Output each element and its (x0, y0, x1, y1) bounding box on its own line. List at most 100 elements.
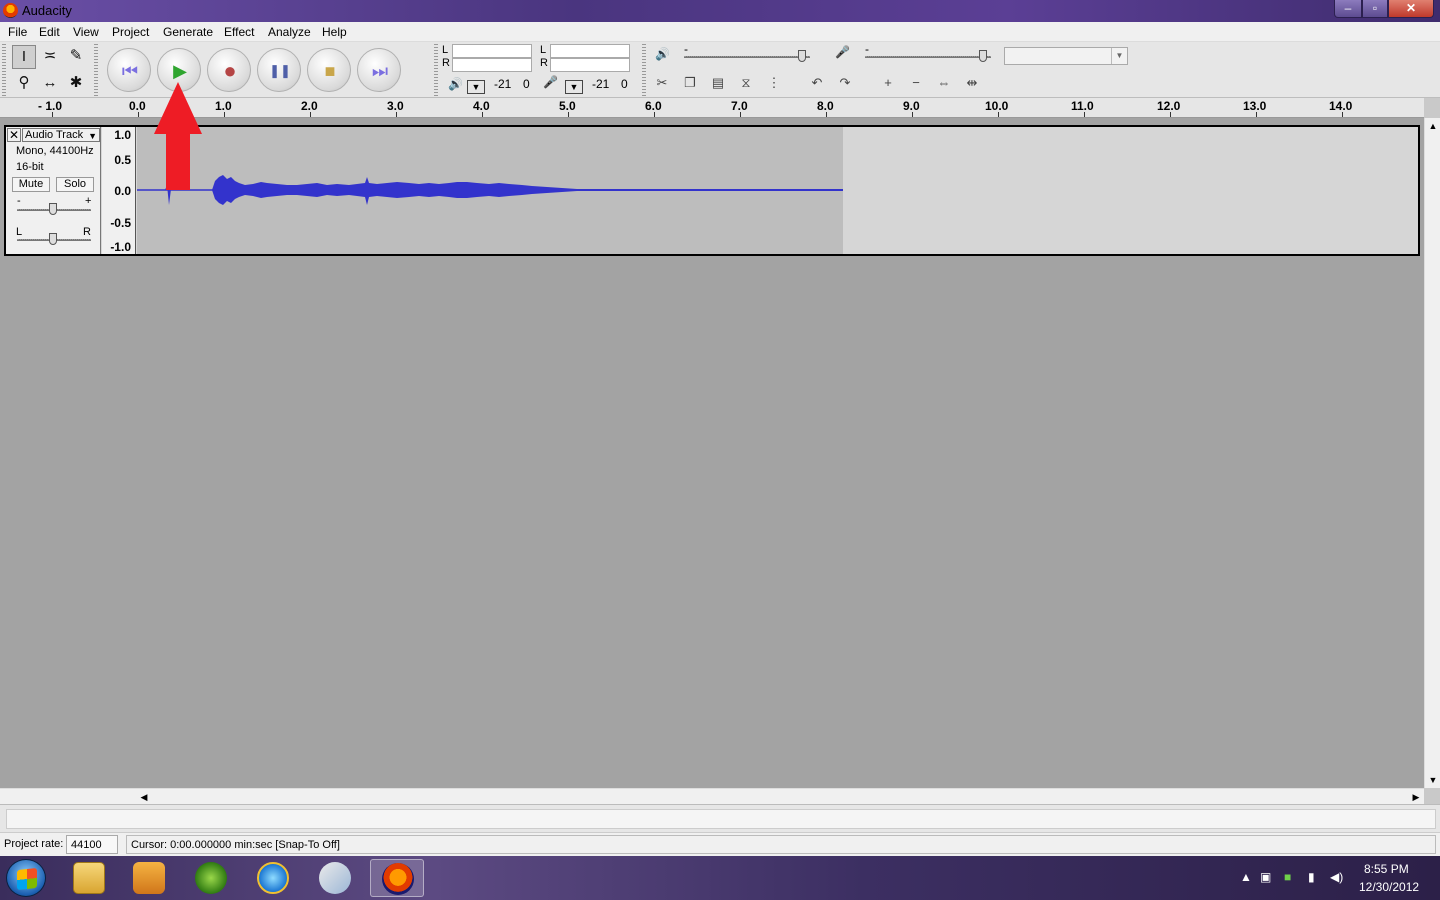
play-meter-right-label: R (442, 57, 450, 69)
taskbar-audacity[interactable] (370, 859, 424, 897)
taskbar-internet-explorer[interactable] (246, 859, 300, 897)
cut-icon[interactable]: ✂ (650, 72, 674, 94)
stop-icon: ■ (324, 61, 336, 81)
power-icon[interactable]: ■ (1284, 870, 1291, 884)
clock-date[interactable]: 12/30/2012 (1359, 880, 1419, 894)
minimize-button[interactable]: – (1334, 0, 1362, 18)
maximize-button[interactable]: ▫ (1362, 0, 1388, 18)
action-center-icon[interactable]: ▣ (1260, 870, 1271, 884)
window-title: Audacity (22, 3, 72, 18)
menu-file[interactable]: File (8, 25, 27, 39)
taskbar-media-player[interactable] (122, 859, 176, 897)
output-volume-slider[interactable] (684, 56, 810, 58)
menu-help[interactable]: Help (322, 25, 347, 39)
selection-field[interactable] (6, 809, 1436, 829)
rec-meter-dropdown[interactable]: ▼ (565, 80, 583, 94)
input-source-select[interactable]: ▼ (1004, 47, 1128, 65)
close-button[interactable]: ✕ (1388, 0, 1434, 18)
zoom-in-icon[interactable]: + (876, 72, 900, 94)
timeline-ruler[interactable]: - 1.0 0.0 1.0 2.0 3.0 4.0 5.0 6.0 7.0 8.… (0, 98, 1424, 118)
windows-media-center-icon (195, 862, 227, 894)
track-close-button[interactable]: ✕ (7, 128, 21, 142)
scroll-up-icon[interactable]: ▲ (1425, 118, 1440, 134)
network-signal-icon[interactable]: ▮ (1308, 870, 1315, 884)
solo-button[interactable]: Solo (56, 177, 94, 192)
fit-project-icon[interactable]: ⇹ (960, 72, 984, 94)
selection-tool-icon[interactable]: I (12, 45, 36, 69)
scroll-right-icon[interactable]: ▶ (1408, 789, 1424, 805)
timeshift-tool-icon[interactable]: ↔ (38, 72, 62, 96)
paste-icon[interactable]: ▤ (706, 72, 730, 94)
toolbar-area: I ≍ ✎ ⚲ ↔ ✱ ⏮ ▶ ● ❚❚ ■ ⏭ L R L R 🔊 ▼ -21… (0, 42, 1440, 98)
project-rate-label: Project rate: (4, 838, 64, 850)
audio-track[interactable]: ✕ Audio Track ▼ Mono, 44100Hz 16-bit Mut… (4, 125, 1420, 256)
ruler-tick: 12.0 (1157, 99, 1181, 113)
rec-meter-zero: 0 (621, 77, 628, 91)
taskbar-media-center[interactable] (184, 859, 238, 897)
input-volume-thumb[interactable] (979, 50, 987, 62)
taskbar-paint[interactable] (308, 859, 362, 897)
ruler-tick: 3.0 (387, 99, 404, 113)
track-name-menu[interactable]: Audio Track ▼ (22, 128, 100, 142)
show-hidden-icons[interactable]: ▲ (1240, 870, 1252, 884)
scrollbar-spacer (0, 788, 136, 804)
stop-button[interactable]: ■ (307, 48, 351, 92)
volume-icon[interactable]: ◀) (1330, 870, 1343, 884)
speaker-meter-icon[interactable]: 🔊 (448, 77, 463, 91)
play-meter-dropdown[interactable]: ▼ (467, 80, 485, 94)
windows-logo-icon (17, 867, 37, 891)
fit-selection-icon[interactable]: ⇔ (932, 72, 956, 94)
menu-generate[interactable]: Generate (163, 25, 213, 39)
trim-icon[interactable]: ⧖ (734, 72, 758, 94)
scroll-left-icon[interactable]: ◀ (136, 789, 152, 805)
menu-analyze[interactable]: Analyze (268, 25, 311, 39)
copy-icon[interactable]: ❐ (678, 72, 702, 94)
horizontal-scrollbar[interactable]: ◀ ▶ (136, 788, 1424, 804)
input-volume-min: - (865, 42, 869, 56)
clock-time[interactable]: 8:55 PM (1364, 862, 1409, 876)
zoom-tool-icon[interactable]: ⚲ (12, 72, 36, 96)
windows-taskbar: ▲ ▣ ■ ▮ ◀) 8:55 PM 12/30/2012 (0, 856, 1440, 900)
toolbar-grip[interactable] (94, 44, 98, 96)
menu-bar: File Edit View Project Generate Effect A… (0, 22, 1440, 42)
start-button[interactable] (6, 859, 46, 897)
pan-slider-thumb[interactable] (49, 233, 57, 245)
toolbar-grip[interactable] (642, 44, 646, 96)
project-rate-select[interactable]: 44100 (66, 835, 118, 854)
menu-project[interactable]: Project (112, 25, 149, 39)
audio-clip[interactable] (137, 127, 843, 254)
rec-meter-db: -21 (592, 77, 610, 91)
mute-button[interactable]: Mute (12, 177, 50, 192)
pause-button[interactable]: ❚❚ (257, 48, 301, 92)
amplitude-tick: 0.5 (114, 153, 131, 167)
mic-meter-icon[interactable]: 🎤 (543, 75, 558, 89)
menu-view[interactable]: View (73, 25, 99, 39)
envelope-tool-icon[interactable]: ≍ (38, 45, 62, 69)
ruler-tick: 14.0 (1329, 99, 1353, 113)
redo-icon[interactable]: ↷ (833, 72, 857, 94)
draw-tool-icon[interactable]: ✎ (64, 45, 88, 69)
taskbar-explorer[interactable] (62, 859, 116, 897)
menu-effect[interactable]: Effect (224, 25, 254, 39)
skip-to-end-button[interactable]: ⏭ (357, 48, 401, 92)
input-volume-slider[interactable] (865, 56, 991, 58)
silence-icon[interactable]: ⋮ (762, 72, 786, 94)
track-name: Audio Track (25, 129, 84, 141)
zoom-out-icon[interactable]: − (904, 72, 928, 94)
gain-slider-thumb[interactable] (49, 203, 57, 215)
menu-edit[interactable]: Edit (39, 25, 60, 39)
skip-end-icon: ⏭ (371, 61, 389, 81)
record-button[interactable]: ● (207, 48, 251, 92)
toolbar-grip[interactable] (434, 44, 438, 96)
ruler-tick: 9.0 (903, 99, 920, 113)
ruler-tick: 7.0 (731, 99, 748, 113)
multi-tool-icon[interactable]: ✱ (64, 72, 88, 96)
vertical-scrollbar[interactable]: ▲ ▼ (1424, 118, 1440, 788)
toolbar-grip[interactable] (2, 44, 6, 96)
output-volume-thumb[interactable] (798, 50, 806, 62)
scroll-down-icon[interactable]: ▼ (1425, 772, 1440, 788)
red-arrow-annotation (154, 82, 202, 190)
status-bar: Project rate: 44100 Cursor: 0:00.000000 … (0, 832, 1440, 856)
undo-icon[interactable]: ↶ (805, 72, 829, 94)
skip-to-start-button[interactable]: ⏮ (107, 48, 151, 92)
